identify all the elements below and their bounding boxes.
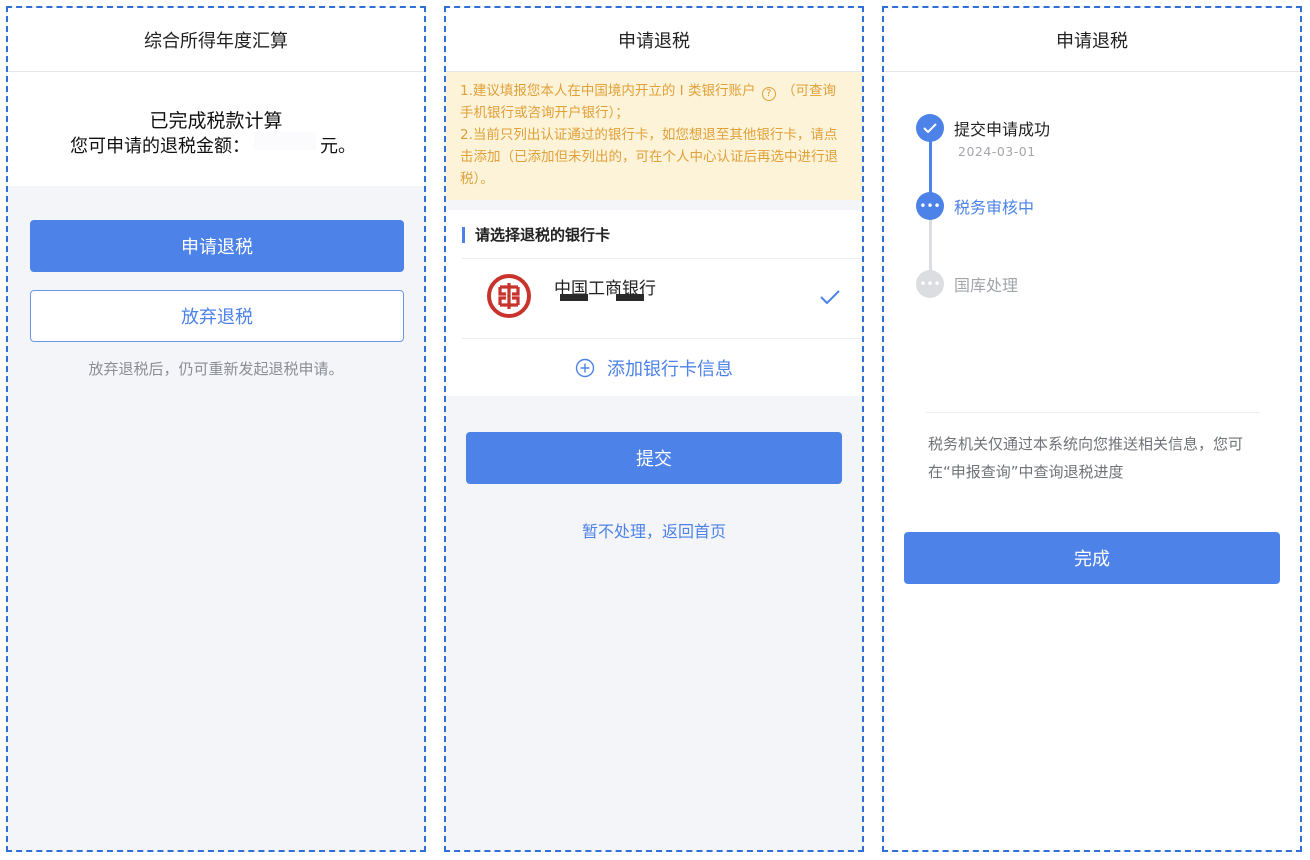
summary-line-2: 您可申请的退税金额： 元。	[70, 132, 356, 158]
refund-progress-screen: 申请退税 提交申请成功 2024-03-01 ••• 税务审核中 ••• 国库处…	[882, 6, 1302, 852]
section-title: 请选择退税的银行卡	[462, 224, 610, 245]
submit-button[interactable]: 提交	[466, 432, 842, 484]
nav-title: 申请退税	[884, 8, 1300, 72]
nav-title: 综合所得年度汇算	[8, 8, 424, 72]
nav-title: 申请退税	[446, 8, 862, 72]
redacted-card-number	[560, 294, 588, 301]
help-icon[interactable]: ?	[761, 87, 776, 101]
step-label: 税务审核中	[954, 198, 1035, 217]
abandon-refund-button[interactable]: 放弃退税	[30, 290, 404, 342]
apply-refund-button[interactable]: 申请退税	[30, 220, 404, 272]
step-label: 国库处理	[954, 276, 1019, 295]
summary-line-1: 已完成税款计算	[149, 110, 283, 132]
progress-body: 提交申请成功 2024-03-01 ••• 税务审核中 ••• 国库处理 税务机…	[884, 72, 1300, 850]
refund-summary: 已完成税款计算 您可申请的退税金额： 元。	[8, 72, 424, 186]
section-title-text: 请选择退税的银行卡	[475, 226, 611, 244]
add-bank-card-button[interactable]: 添加银行卡信息	[446, 340, 862, 396]
select-bank-card-screen: 申请退税 1.建议填报您本人在中国境内开立的 I 类银行账户 ? （可查询手机银…	[444, 6, 864, 852]
icbc-logo-icon	[487, 274, 531, 318]
step-label: 提交申请成功	[954, 120, 1051, 139]
currency-unit: 元。	[320, 136, 356, 157]
divider	[926, 412, 1260, 413]
bank-card-option[interactable]: 中国工商银行	[446, 260, 862, 336]
notice-item-1: 1.建议填报您本人在中国境内开立的 I 类银行账户	[460, 83, 756, 99]
bank-card-section: 请选择退税的银行卡 中国工商银行 添加银行卡信息	[446, 210, 862, 396]
skip-return-home-link[interactable]: 暂不处理，返回首页	[446, 518, 862, 542]
refund-amount-label: 您可申请的退税金额：	[70, 136, 250, 157]
step-in-progress-icon: •••	[916, 192, 944, 220]
divider	[462, 258, 862, 259]
section-accent-bar	[462, 226, 465, 243]
step-pending-icon: •••	[916, 270, 944, 298]
add-bank-card-label: 添加银行卡信息	[607, 359, 733, 380]
progress-note: 税务机关仅通过本系统向您推送相关信息，您可在“申报查询”中查询退税进度	[928, 435, 1244, 481]
check-icon	[820, 290, 840, 304]
tax-result-screen: 综合所得年度汇算 已完成税款计算 您可申请的退税金额： 元。 申请退税 放弃退税…	[6, 6, 426, 852]
done-button[interactable]: 完成	[904, 532, 1280, 584]
refund-amount-redacted	[254, 132, 316, 150]
notice-banner: 1.建议填报您本人在中国境内开立的 I 类银行账户 ? （可查询手机银行或咨询开…	[446, 72, 862, 200]
divider	[462, 338, 862, 339]
plus-circle-icon	[575, 358, 595, 378]
notice-item-2: 2.当前只列出认证通过的银行卡，如您想退至其他银行卡，请点击添加（已添加但未列出…	[460, 127, 838, 187]
step-done-check-icon	[916, 114, 944, 142]
redacted-card-number	[616, 294, 644, 301]
step-date: 2024-03-01	[958, 144, 1036, 159]
abandon-hint: 放弃退税后，仍可重新发起退税申请。	[88, 360, 344, 378]
